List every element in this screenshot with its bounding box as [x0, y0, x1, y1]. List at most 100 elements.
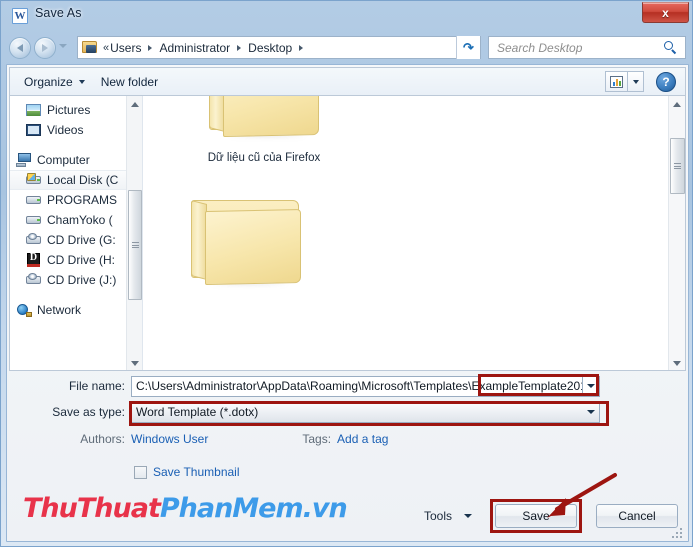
sidebar-item-pictures[interactable]: Pictures [10, 100, 127, 120]
breadcrumb-separator-icon[interactable] [148, 44, 153, 51]
watermark: ThuThuatPhanMem.vn [23, 493, 348, 524]
browser-panes: Pictures Videos Computer Local Disk (C P… [9, 95, 686, 371]
savetype-row: Save as type: Word Template (*.dotx) [9, 401, 686, 423]
scroll-down-button[interactable] [127, 355, 142, 370]
scroll-down-button[interactable] [669, 355, 685, 370]
scrollbar-thumb[interactable] [670, 138, 685, 194]
sidebar-item-label: CD Drive (H: [47, 253, 115, 267]
address-bar[interactable]: « Users Administrator Desktop [77, 36, 481, 59]
save-button-highlight: Save [490, 499, 582, 533]
sidebar-item-label: Videos [47, 123, 84, 137]
save-thumbnail-label[interactable]: Save Thumbnail [153, 465, 240, 479]
chevron-down-icon [78, 79, 85, 84]
computer-icon [16, 153, 32, 167]
savetype-label: Save as type: [52, 405, 125, 419]
breadcrumb-desktop[interactable]: Desktop [246, 41, 294, 55]
sidebar-item-label: ChamYoko ( [47, 213, 113, 227]
sidebar-item-local-disk-c[interactable]: Local Disk (C [10, 170, 127, 190]
scroll-down-icon [673, 361, 681, 366]
filename-dropdown-button[interactable] [583, 375, 600, 397]
recent-pages-chevron-icon[interactable] [59, 44, 67, 48]
sidebar-item-network[interactable]: Network [10, 300, 127, 320]
new-folder-label: New folder [100, 74, 159, 89]
chevron-down-icon [464, 514, 472, 518]
forward-button[interactable] [34, 37, 56, 59]
tools-button[interactable]: Tools [424, 509, 472, 523]
sidebar-item-videos[interactable]: Videos [10, 120, 127, 140]
save-label: Save [522, 509, 550, 523]
cancel-button[interactable]: Cancel [596, 504, 678, 528]
scrollbar-thumb[interactable] [128, 190, 142, 300]
back-button[interactable] [9, 37, 31, 59]
help-icon: ? [662, 74, 670, 89]
drive-icon [26, 193, 42, 207]
cd-drive-icon [26, 233, 42, 247]
save-thumbnail-checkbox[interactable] [134, 465, 147, 479]
watermark-blue-part: PhanMem.vn [159, 493, 348, 524]
scroll-up-button[interactable] [127, 96, 142, 113]
authors-value[interactable]: Windows User [131, 432, 208, 446]
help-button[interactable]: ? [656, 71, 676, 92]
folder-icon [223, 96, 319, 138]
sidebar-item-label: Pictures [47, 103, 91, 117]
resize-grip-icon[interactable] [672, 528, 682, 538]
breadcrumb-separator-icon[interactable] [299, 44, 304, 51]
tags-label: Tags: [302, 432, 332, 446]
sidebar-item-cd-drive-h[interactable]: D CD Drive (H: [10, 250, 127, 270]
pictures-icon [26, 103, 42, 117]
back-arrow-icon [17, 44, 23, 52]
word-icon-letter: W [14, 9, 26, 22]
navigation-bar: « Users Administrator Desktop ↷ Search D… [1, 31, 692, 65]
sidebar-item-computer[interactable]: Computer [10, 150, 127, 170]
navigation-pane-list: Pictures Videos Computer Local Disk (C P… [10, 96, 127, 320]
sidebar-item-cd-drive-j[interactable]: CD Drive (J:) [10, 270, 127, 290]
search-box[interactable]: Search Desktop [488, 36, 686, 59]
videos-icon [26, 123, 42, 137]
toolbar-right-group: ? [605, 71, 685, 92]
sidebar-item-programs[interactable]: PROGRAMS [10, 190, 127, 210]
navigation-pane: Pictures Videos Computer Local Disk (C P… [10, 96, 143, 370]
save-button[interactable]: Save [495, 504, 577, 528]
filename-row: File name: C:\Users\Administrator\AppDat… [9, 375, 686, 397]
view-dropdown-button[interactable] [627, 71, 644, 92]
cancel-label: Cancel [618, 509, 656, 523]
scroll-up-icon [131, 102, 139, 107]
change-view-icon [610, 75, 623, 88]
scrollbar-grip-icon [674, 162, 681, 171]
sidebar-item-chamyoko[interactable]: ChamYoko ( [10, 210, 127, 230]
save-thumbnail-row: Save Thumbnail [9, 465, 240, 479]
sidebar-item-cd-drive-g[interactable]: CD Drive (G: [10, 230, 127, 250]
breadcrumb-administrator[interactable]: Administrator [157, 41, 232, 55]
close-button[interactable]: x [642, 2, 689, 23]
forward-arrow-icon [42, 44, 48, 52]
navigation-pane-scrollbar[interactable] [126, 96, 142, 370]
file-list-pane[interactable]: Dữ liệu cũ của Firefox [143, 96, 685, 370]
scroll-up-button[interactable] [669, 96, 685, 113]
organize-button[interactable]: Organize [16, 70, 93, 94]
file-item-firefox-old-data[interactable]: Dữ liệu cũ của Firefox [205, 96, 323, 164]
refresh-button[interactable]: ↷ [456, 36, 480, 59]
search-icon [664, 41, 678, 55]
new-folder-button[interactable]: New folder [93, 70, 166, 94]
sidebar-item-label: CD Drive (J:) [47, 273, 117, 287]
file-list-scrollbar[interactable] [668, 96, 685, 370]
add-a-tag-link[interactable]: Add a tag [337, 432, 388, 446]
savetype-select[interactable]: Word Template (*.dotx) [131, 401, 600, 423]
breadcrumb-users[interactable]: Users [108, 41, 143, 55]
file-item-folder-2[interactable] [187, 196, 305, 291]
scrollbar-grip-icon [131, 241, 139, 250]
network-icon [16, 303, 32, 317]
close-icon: x [662, 5, 669, 20]
filename-input[interactable]: C:\Users\Administrator\AppData\Roaming\M… [131, 375, 583, 397]
save-form: File name: C:\Users\Administrator\AppDat… [9, 371, 686, 459]
save-as-dialog: W Save As x « Users Administrator Deskto… [0, 0, 693, 547]
window-title: Save As [35, 6, 82, 20]
title-bar: W Save As x [1, 1, 692, 31]
breadcrumb-separator-icon[interactable] [237, 44, 242, 51]
change-view-button[interactable] [605, 71, 627, 92]
sidebar-item-label: PROGRAMS [47, 193, 118, 207]
watermark-red-part: ThuThuat [23, 493, 161, 524]
savetype-value: Word Template (*.dotx) [136, 405, 259, 419]
filename-label: File name: [68, 379, 125, 393]
